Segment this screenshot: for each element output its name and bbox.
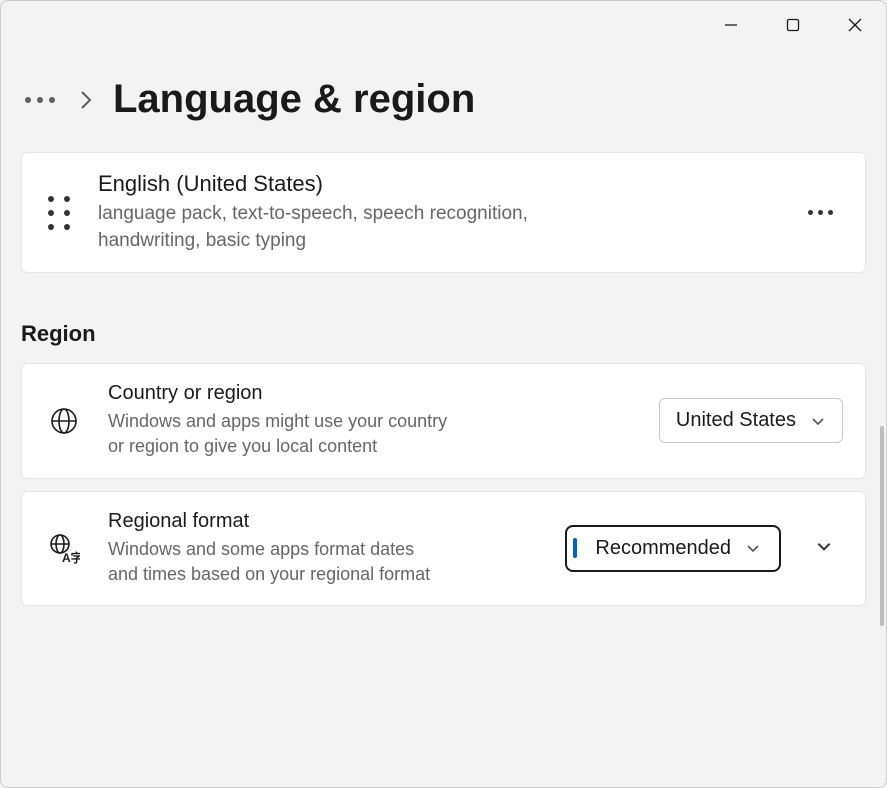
country-region-dropdown[interactable]: United States xyxy=(659,398,843,443)
chevron-down-icon xyxy=(810,413,826,429)
language-name: English (United States) xyxy=(98,171,774,197)
window-titlebar xyxy=(1,1,886,49)
regional-format-dropdown[interactable]: Recommended xyxy=(565,525,781,572)
regional-format-title: Regional format xyxy=(108,510,541,533)
country-region-desc: Windows and apps might use your country … xyxy=(108,409,448,459)
globe-language-icon: A字 xyxy=(44,532,84,564)
language-info: English (United States) language pack, t… xyxy=(98,171,774,254)
maximize-button[interactable] xyxy=(770,5,816,45)
region-section-heading: Region xyxy=(21,321,866,347)
country-region-setting: Country or region Windows and apps might… xyxy=(21,363,866,478)
language-item[interactable]: English (United States) language pack, t… xyxy=(21,152,866,273)
close-button[interactable] xyxy=(832,5,878,45)
content-area: English (United States) language pack, t… xyxy=(1,152,886,770)
regional-format-desc: Windows and some apps format dates and t… xyxy=(108,537,448,587)
regional-format-setting: A字 Regional format Windows and some apps… xyxy=(21,491,866,606)
regional-format-value: Recommended xyxy=(595,537,731,560)
svg-text:A字: A字 xyxy=(62,550,80,564)
expand-section-button[interactable] xyxy=(805,527,843,570)
country-region-title: Country or region xyxy=(108,382,635,405)
breadcrumb: Language & region xyxy=(1,49,886,152)
country-region-value: United States xyxy=(676,409,796,432)
breadcrumb-overflow-button[interactable] xyxy=(21,93,59,107)
language-more-button[interactable] xyxy=(798,200,843,225)
chevron-right-icon xyxy=(79,89,93,111)
page-title: Language & region xyxy=(113,77,475,122)
language-features: language pack, text-to-speech, speech re… xyxy=(98,201,618,254)
minimize-button[interactable] xyxy=(708,5,754,45)
drag-handle-icon[interactable] xyxy=(44,192,74,234)
globe-icon xyxy=(44,406,84,436)
chevron-down-icon xyxy=(745,540,761,556)
scrollbar[interactable] xyxy=(880,426,884,626)
